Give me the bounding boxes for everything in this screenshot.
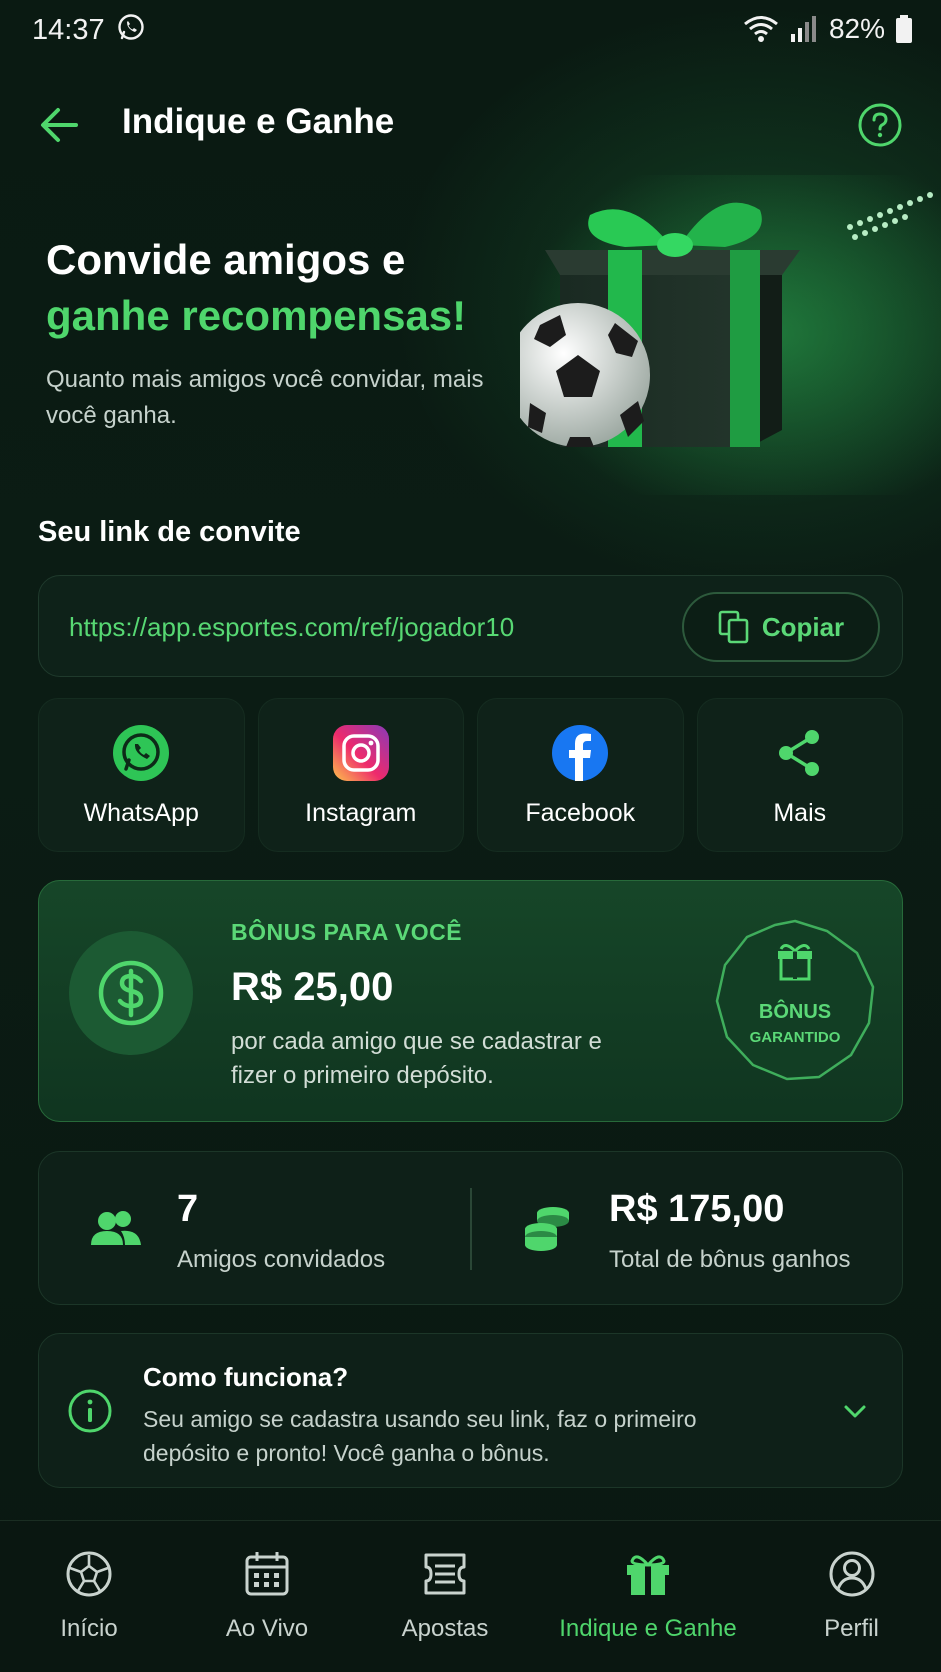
ticket-icon [424, 1553, 466, 1595]
copy-icon [718, 610, 749, 644]
bonus-description: por cada amigo que se cadastrar e fizer … [231, 1028, 602, 1089]
copy-button-label: Copiar [761, 611, 845, 642]
share-icon [778, 730, 819, 776]
status-indicators: 82% [743, 12, 913, 46]
hero-title: Convide amigos e ganhe recompensas! [46, 232, 466, 344]
share-facebook-button[interactable]: Facebook [477, 698, 684, 852]
bottom-nav: Início Ao Vivo Apostas Indique e Ganhe P… [0, 1520, 941, 1672]
info-icon [68, 1389, 112, 1433]
nav-item-indique-e-ganhe[interactable]: Indique e Ganhe [534, 1521, 762, 1672]
chevron-down-icon[interactable] [840, 1396, 870, 1426]
status-time: 14:37 [32, 14, 105, 46]
how-it-works-text: Seu amigo se cadastra usando seu link, f… [143, 1406, 697, 1466]
soccer-ball-icon [66, 1551, 112, 1597]
friends-count: 7 [177, 1188, 199, 1230]
page-title: Indique e Ganhe [122, 102, 395, 141]
nav-item-inicio[interactable]: Início [0, 1521, 178, 1672]
gift-icon [627, 1555, 669, 1595]
seal-title: BÔNUS [758, 1001, 832, 1023]
dollar-coin-icon [69, 931, 193, 1055]
bonus-amount: R$ 25,00 [231, 965, 394, 1009]
share-more-button[interactable]: Mais [696, 698, 903, 852]
whatsapp-icon [113, 725, 170, 781]
nav-label-apostas: Apostas [401, 1615, 489, 1642]
users-icon [91, 1211, 141, 1245]
nav-item-apostas[interactable]: Apostas [356, 1521, 534, 1672]
total-bonus-value: R$ 175,00 [609, 1188, 785, 1230]
profile-icon [829, 1551, 874, 1597]
bonus-kicker: BÔNUS PARA VOCÊ [231, 919, 463, 945]
instagram-icon [332, 725, 389, 781]
invite-section-label: Seu link de convite [38, 516, 301, 548]
bonus-card: BÔNUS PARA VOCÊ R$ 25,00 por cada amigo … [38, 880, 903, 1122]
invite-link-card: https://app.esportes.com/ref/jogador10 C… [38, 575, 903, 677]
coins-stack-icon [525, 1207, 569, 1251]
share-whatsapp-button[interactable]: WhatsApp [38, 698, 245, 852]
app-header: Indique e Ganhe [0, 88, 941, 160]
facebook-icon [552, 725, 609, 781]
battery-icon [896, 15, 912, 43]
stats-divider [470, 1188, 472, 1270]
nav-item-perfil[interactable]: Perfil [762, 1521, 941, 1672]
nav-label-inicio: Início [60, 1615, 118, 1642]
invite-link[interactable]: https://app.esportes.com/ref/jogador10 [69, 612, 514, 643]
nav-label-perfil: Perfil [824, 1615, 879, 1642]
share-whatsapp-label: WhatsApp [83, 799, 199, 827]
copy-button[interactable]: Copiar [682, 592, 880, 662]
gift-and-ball-illustration [520, 175, 941, 495]
share-options: WhatsApp Instagram Facebook Mais [38, 698, 903, 852]
nav-item-ao-vivo[interactable]: Ao Vivo [178, 1521, 356, 1672]
seal-subtitle: GARANTIDO [749, 1029, 841, 1046]
share-more-label: Mais [773, 799, 827, 827]
help-circle-icon[interactable] [857, 102, 903, 148]
status-bar: 14:37 82% [0, 0, 941, 58]
share-facebook-label: Facebook [525, 799, 636, 827]
arrow-left-icon[interactable] [36, 102, 82, 148]
friends-label: Amigos convidados [177, 1246, 386, 1273]
hero-title-line2: ganhe recompensas! [46, 292, 467, 339]
signal-icon [790, 16, 816, 42]
share-instagram-label: Instagram [305, 799, 417, 827]
calendar-icon [245, 1552, 289, 1596]
hero-subtitle: Quanto mais amigos você convidar, mais v… [46, 366, 484, 429]
how-it-works-accordion[interactable]: Como funciona? Seu amigo se cadastra usa… [38, 1333, 903, 1488]
how-it-works-title: Como funciona? [143, 1362, 349, 1392]
whatsapp-notification-icon [118, 14, 144, 40]
nav-label-ao-vivo: Ao Vivo [225, 1615, 309, 1642]
total-bonus-label: Total de bônus ganhos [609, 1246, 851, 1273]
screen: 14:37 82% Indique e Ganhe Convide amigos… [0, 0, 941, 1672]
guaranteed-bonus-seal: BÔNUS GARANTIDO [711, 917, 879, 1085]
share-instagram-button[interactable]: Instagram [257, 698, 464, 852]
hero-title-line1: Convide amigos e [46, 236, 406, 283]
nav-label-indique-e-ganhe: Indique e Ganhe [559, 1615, 737, 1642]
stats-card: 7 Amigos convidados R$ 175,00 Total de b… [38, 1151, 903, 1305]
wifi-icon [744, 16, 778, 42]
battery-percent: 82% [828, 13, 885, 44]
